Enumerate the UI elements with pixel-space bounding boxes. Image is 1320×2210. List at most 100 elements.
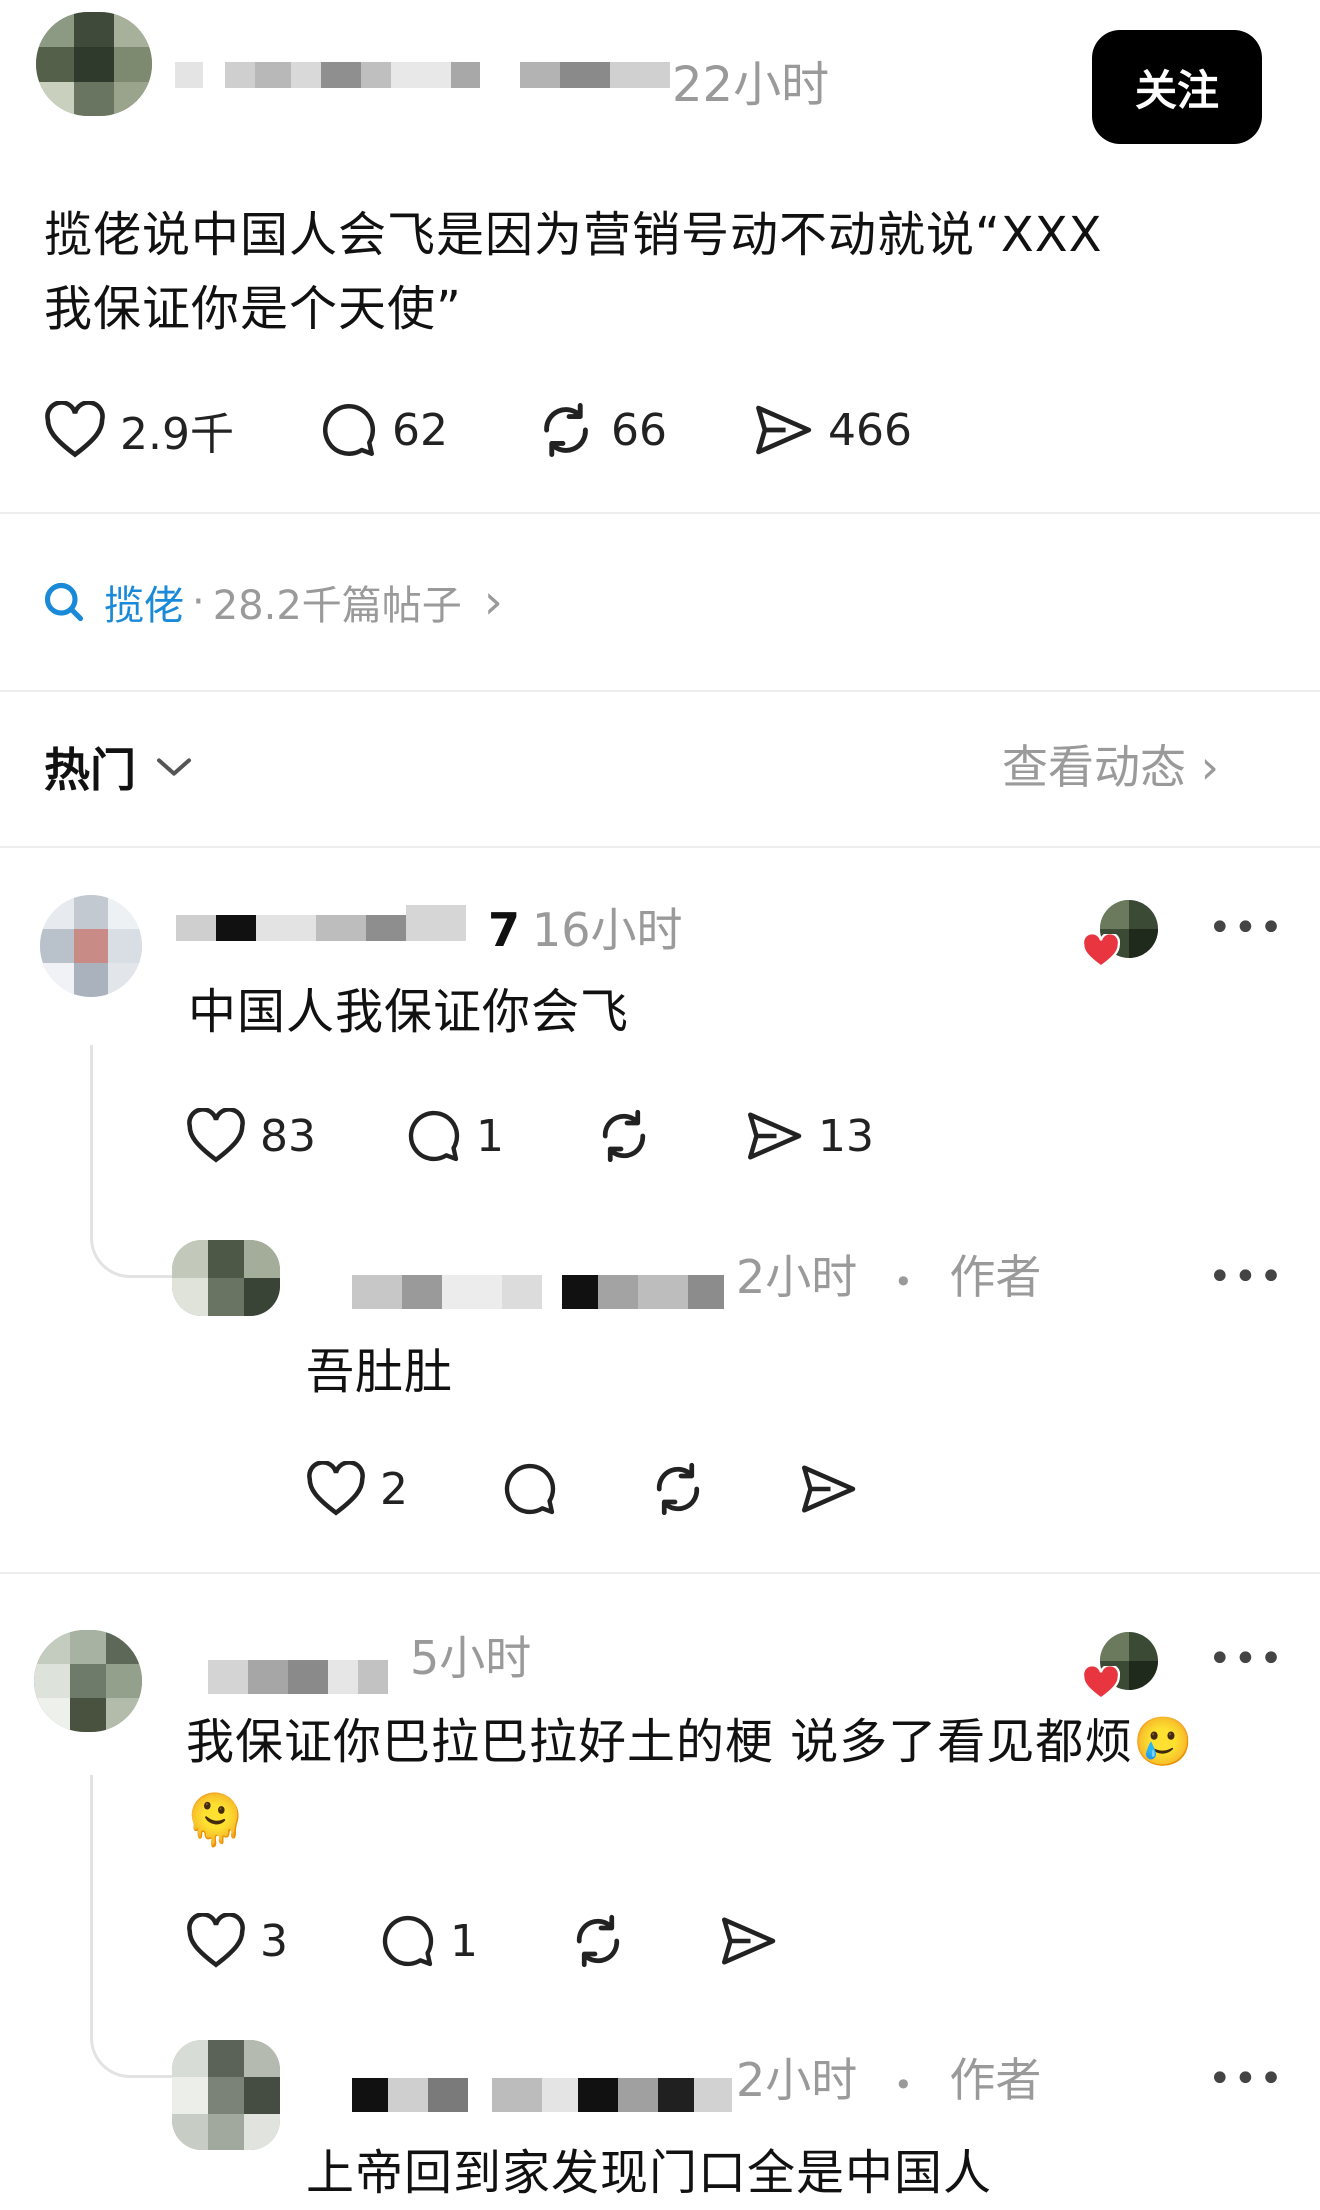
comment-text: 我保证你巴拉巴拉好土的梗 说多了看见都烦 [186, 1714, 1134, 1770]
reply-time: 2小时 [736, 1250, 858, 1304]
comment-share-button[interactable]: 13 [744, 1103, 874, 1169]
divider [0, 846, 1320, 848]
comment-reply-button[interactable]: 1 [378, 1908, 478, 1974]
melting-face-emoji-icon: 🫠 [184, 1791, 247, 1849]
send-icon [802, 1465, 856, 1513]
repost-icon [602, 1109, 646, 1163]
divider [0, 1572, 1320, 1574]
post-author-avatar[interactable] [36, 12, 152, 116]
heart-filled-icon [1082, 934, 1120, 968]
comment-time: 5小时 [410, 1631, 532, 1685]
comment-text: 中国人我保证你会飞 [188, 984, 630, 1040]
repost-icon [544, 403, 588, 457]
repost-icon [576, 1914, 620, 1968]
author-liked-badge [1082, 900, 1160, 970]
smiling-tear-emoji-icon: 🥲 [1133, 1714, 1195, 1770]
comment-like-button[interactable]: 83 [186, 1103, 316, 1169]
reply-like-count: 2 [380, 1463, 408, 1515]
post-time: 22小时 [672, 57, 830, 113]
post-like-count: 2.9千 [120, 409, 234, 460]
post-author-handle-redacted [520, 62, 670, 88]
comment-repost-button[interactable] [568, 1908, 628, 1974]
chevron-down-icon [157, 758, 191, 776]
comment-reply-button[interactable]: 1 [404, 1103, 504, 1169]
view-activity-link[interactable]: 查看动态 › [1002, 732, 1219, 802]
comment-like-button[interactable]: 3 [186, 1908, 288, 1974]
topic-separator: · [192, 579, 205, 625]
comment-repost-button[interactable] [594, 1103, 654, 1169]
author-liked-badge [1082, 1632, 1160, 1702]
comment-bubble-icon [408, 1110, 460, 1162]
heart-icon [187, 1108, 245, 1163]
follow-button[interactable]: 关注 [1092, 30, 1262, 144]
comment-reply-count: 1 [476, 1110, 504, 1162]
comment-reply-count: 1 [450, 1915, 478, 1967]
comment-like-count: 3 [260, 1915, 288, 1967]
search-icon [44, 582, 84, 622]
post-share-button[interactable]: 466 [752, 395, 912, 465]
reply-thread-line [90, 1045, 173, 1278]
post-like-button[interactable]: 2.9千 [44, 395, 234, 465]
reply-comment-button[interactable] [500, 1456, 558, 1522]
reply-text: 上帝回到家发现门口全是中国人 [306, 2145, 993, 2201]
send-icon [756, 405, 812, 455]
topic-link[interactable]: 揽佬 · 28.2千篇帖子 › [42, 572, 503, 632]
chevron-right-icon: › [483, 574, 503, 630]
sort-dropdown[interactable]: 热门 [44, 732, 194, 802]
reply-dot: • [893, 1263, 913, 1301]
divider [0, 512, 1320, 514]
reply-meta: 2小时 • 作者 [736, 2050, 1041, 2115]
comment-avatar[interactable] [40, 895, 142, 997]
author-badge: 作者 [949, 1250, 1042, 1304]
comment-bubble-icon [504, 1463, 556, 1515]
more-options-icon[interactable]: ••• [1208, 2056, 1285, 2102]
heart-icon [187, 1913, 245, 1968]
reply-author-name-redacted[interactable] [352, 1275, 724, 1309]
more-options-icon[interactable]: ••• [1208, 905, 1285, 951]
post-text-line-1: 揽佬说中国人会飞是因为营销号动不动就说“XXX [44, 207, 1103, 263]
reply-text: 吾肚肚 [306, 1344, 454, 1400]
reply-author-name-redacted[interactable] [352, 2078, 732, 2112]
reply-avatar[interactable] [172, 1240, 280, 1316]
post-author-name-redacted[interactable] [175, 62, 480, 88]
author-badge: 作者 [949, 2053, 1042, 2107]
heart-icon [45, 401, 105, 458]
more-options-icon[interactable]: ••• [1208, 1636, 1285, 1682]
reply-dot: • [893, 2066, 913, 2104]
reply-thread-line [90, 1775, 173, 2078]
reply-time: 2小时 [736, 2053, 858, 2107]
comment-time: 16小时 [532, 903, 683, 957]
repost-icon [656, 1462, 700, 1516]
comment-share-count: 13 [818, 1110, 874, 1162]
send-icon [748, 1112, 802, 1160]
reply-repost-button[interactable] [648, 1456, 708, 1522]
post-comment-count: 62 [392, 404, 448, 456]
topic-name: 揽佬 [104, 583, 184, 629]
post-share-count: 466 [828, 404, 912, 456]
post-comment-button[interactable]: 62 [318, 395, 448, 465]
divider [0, 690, 1320, 692]
comment-bubble-icon [382, 1915, 434, 1967]
post-repost-count: 66 [611, 404, 667, 456]
reply-like-button[interactable]: 2 [306, 1456, 408, 1522]
post-repost-button[interactable]: 66 [535, 395, 667, 465]
comment-avatar[interactable] [34, 1630, 142, 1732]
reply-avatar[interactable] [172, 2040, 280, 2150]
comment-like-count: 83 [260, 1110, 316, 1162]
comment-author-name-redacted[interactable] [208, 1660, 388, 1694]
more-options-icon[interactable]: ••• [1208, 1254, 1285, 1300]
topic-post-count: 28.2千篇帖子 [212, 583, 462, 629]
comment-author-name-tail: 7 [488, 903, 521, 957]
reply-meta: 2小时 • 作者 [736, 1247, 1041, 1312]
reply-share-button[interactable] [798, 1456, 858, 1522]
send-icon [722, 1917, 776, 1965]
comment-share-button[interactable] [718, 1908, 778, 1974]
heart-filled-icon [1082, 1666, 1120, 1700]
heart-icon [307, 1461, 365, 1516]
comment-bubble-icon [322, 403, 376, 456]
comment-text-wrap: 我保证你巴拉巴拉好土的梗 说多了看见都烦🥲 [186, 1705, 1266, 1779]
post-text-line-2: 我保证你是个天使” [44, 281, 462, 337]
follow-button-label: 关注 [1134, 65, 1219, 115]
sort-label: 热门 [44, 743, 136, 797]
comment-author-name-redacted[interactable] [176, 905, 476, 941]
